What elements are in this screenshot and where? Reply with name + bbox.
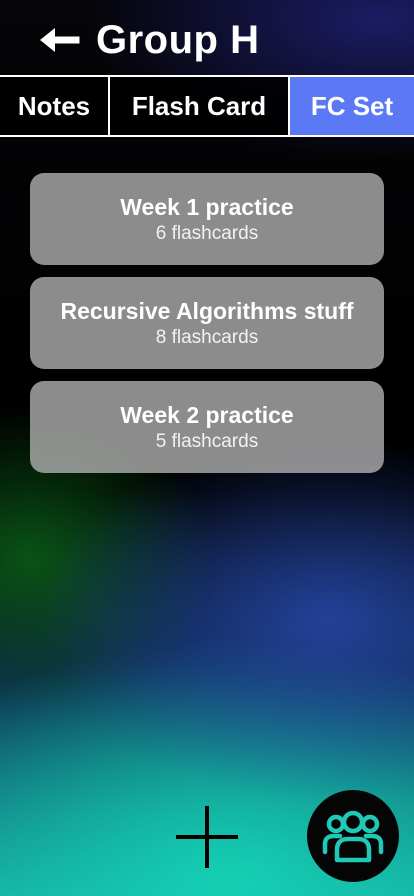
- tab-fc-set[interactable]: FC Set: [290, 77, 414, 135]
- flashcard-set-card[interactable]: Recursive Algorithms stuff 8 flashcards: [30, 277, 384, 369]
- flashcard-set-title: Recursive Algorithms stuff: [60, 298, 354, 324]
- add-flashcard-set-button[interactable]: [174, 804, 240, 870]
- tab-fc-set-label: FC Set: [310, 90, 394, 121]
- tab-flash-card[interactable]: Flash Card: [110, 77, 290, 135]
- flashcard-set-card[interactable]: Week 2 practice 5 flashcards: [30, 381, 384, 473]
- flashcard-set-count: 8 flashcards: [155, 327, 259, 348]
- page-title: Group H: [96, 18, 260, 62]
- back-button[interactable]: [36, 20, 80, 60]
- flashcard-set-card[interactable]: Week 1 practice 6 flashcards: [30, 173, 384, 265]
- group-members-button[interactable]: [307, 790, 399, 882]
- flashcard-set-list: Week 1 practice 6 flashcards Recursive A…: [30, 173, 384, 485]
- arrow-left-icon: [40, 28, 80, 52]
- app-screen: Group H Notes Flash Card FC Set Week 1 p…: [0, 0, 414, 896]
- flashcard-set-title: Week 2 practice: [120, 402, 294, 428]
- group-members-icon: [322, 810, 384, 863]
- flashcard-set-title: Week 1 practice: [120, 194, 294, 220]
- tab-notes[interactable]: Notes: [0, 77, 110, 135]
- flashcard-set-count: 6 flashcards: [155, 223, 259, 244]
- header: Group H: [0, 0, 414, 76]
- tab-flash-card-label: Flash Card: [131, 90, 267, 121]
- tab-bar: Notes Flash Card FC Set: [0, 75, 414, 137]
- flashcard-set-count: 5 flashcards: [155, 431, 259, 452]
- tab-notes-label: Notes: [17, 90, 91, 121]
- plus-icon: [176, 806, 238, 868]
